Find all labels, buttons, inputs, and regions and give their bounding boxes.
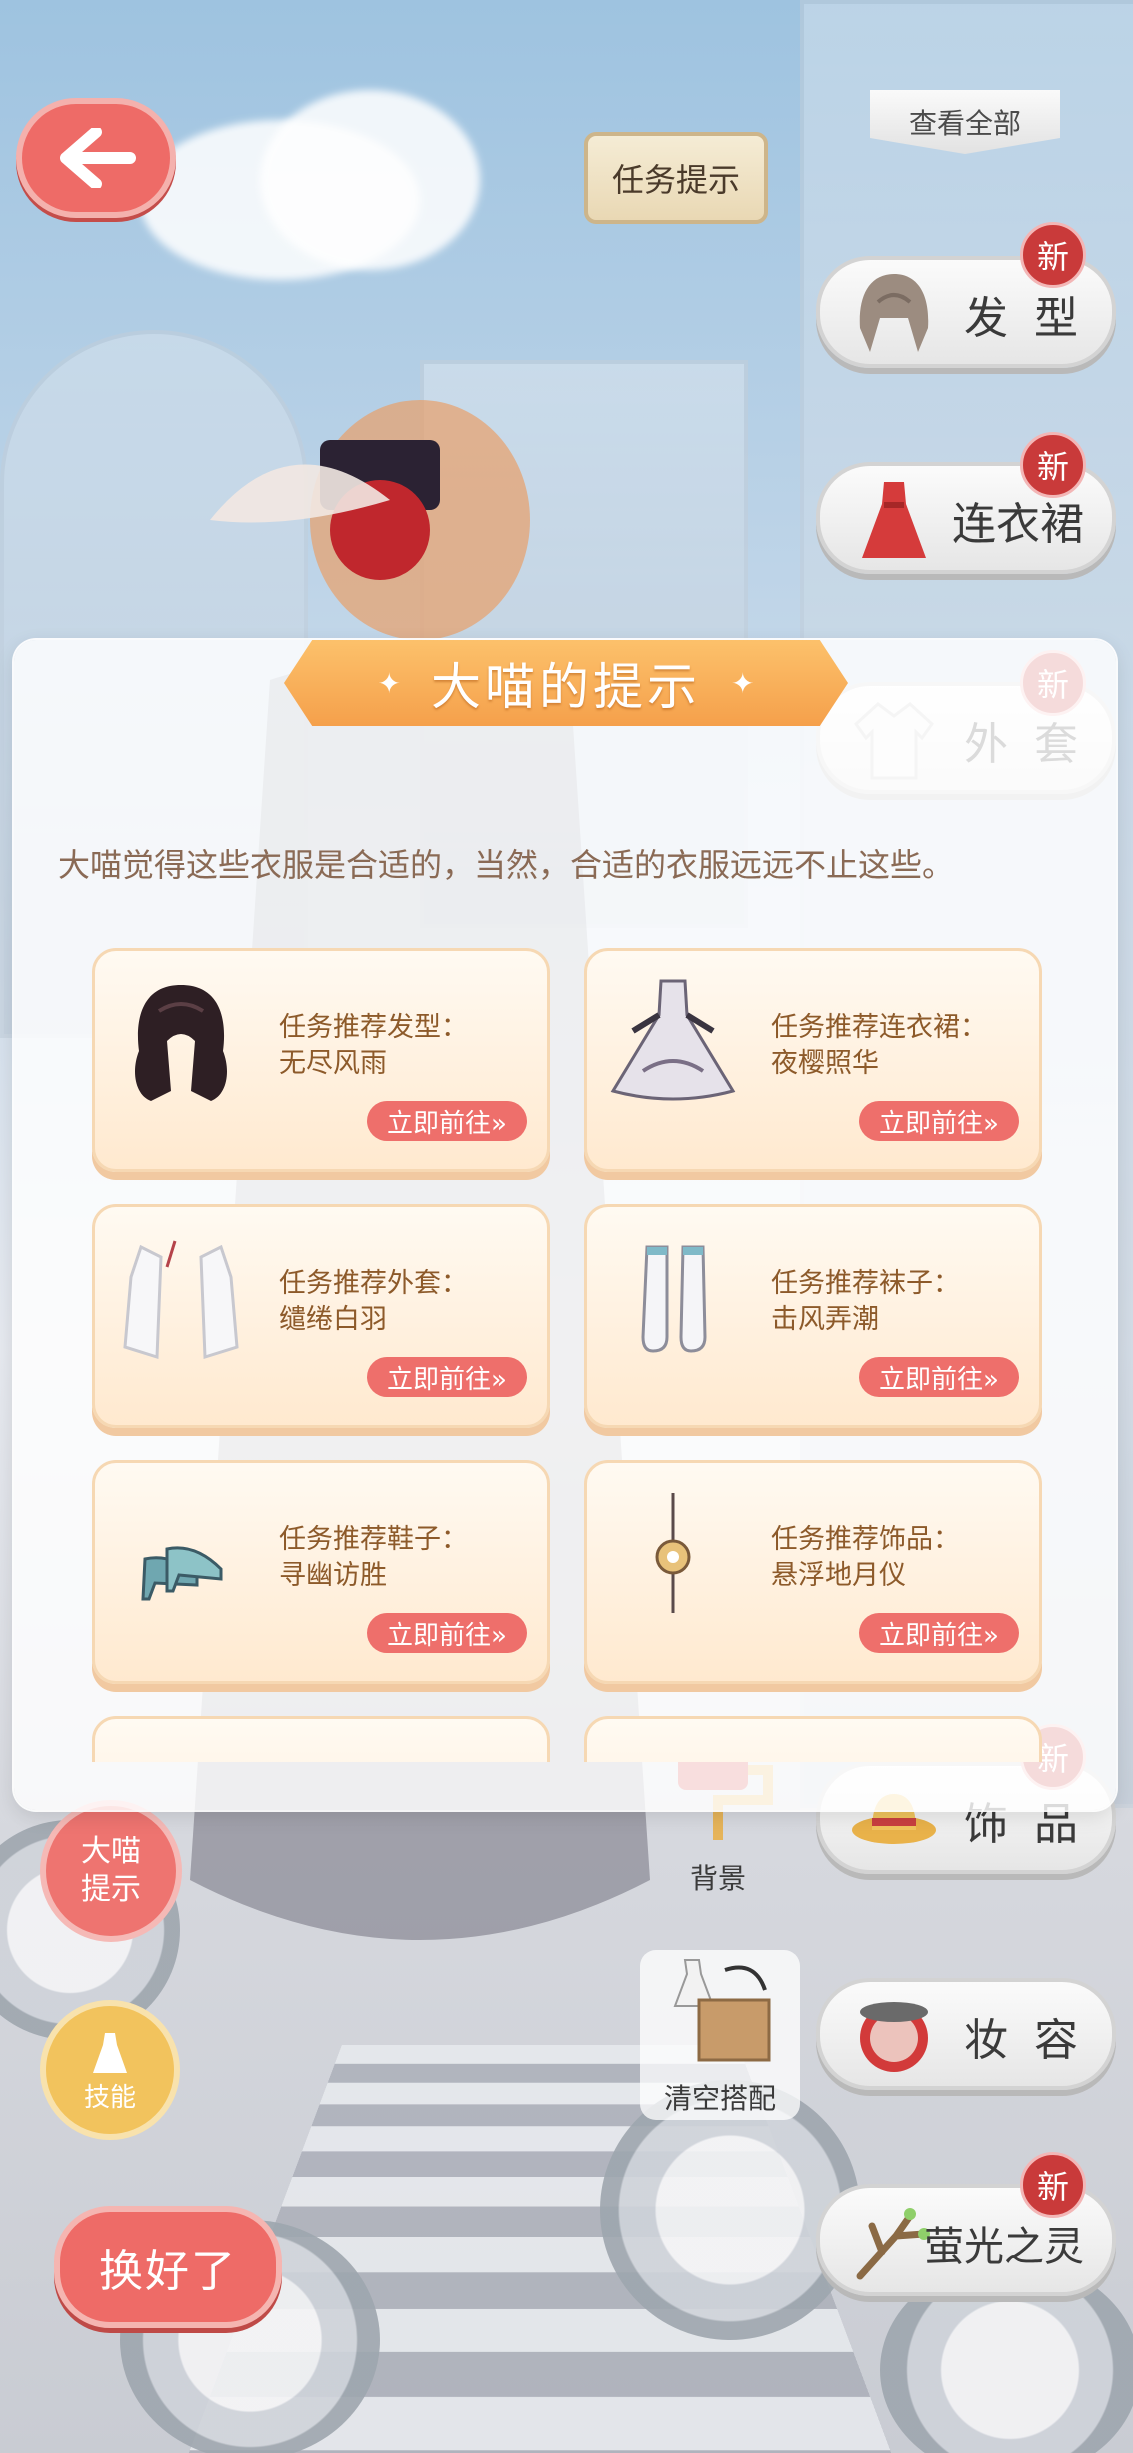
category-label: 妆 容	[964, 2015, 1084, 2066]
shoes-icon	[141, 1546, 223, 1601]
dialog-title-banner: ✦ 大喵的提示 ✦	[284, 640, 848, 726]
coat-icon	[123, 1240, 239, 1360]
hair-icon	[135, 985, 227, 1101]
card-item-name: 缱绻白羽	[279, 1304, 387, 1335]
recommendation-card-partial[interactable]	[92, 1716, 550, 1762]
arrow-left-icon	[60, 128, 136, 188]
go-now-button[interactable]: 立即前往»	[859, 1613, 1019, 1653]
task-hint-button[interactable]: 任务提示	[584, 132, 768, 224]
dress-wings-icon	[93, 2032, 127, 2073]
recommendation-card-hairstyle[interactable]: 任务推荐发型： 无尽风雨 立即前往»	[92, 948, 550, 1172]
card-item-name: 夜樱照华	[771, 1048, 879, 1079]
dialog-title: 大喵的提示	[431, 658, 701, 716]
recommendation-card-socks[interactable]: 任务推荐袜子： 击风弄潮 立即前往»	[584, 1204, 1042, 1428]
dress-icon	[862, 482, 926, 558]
go-now-button[interactable]: 立即前往»	[367, 1613, 527, 1653]
card-title: 任务推荐发型：	[279, 1012, 468, 1043]
go-now-button[interactable]: 立即前往»	[367, 1357, 527, 1397]
card-item-name: 悬浮地月仪	[771, 1560, 906, 1591]
recommendation-card-accessory[interactable]: 任务推荐饰品： 悬浮地月仪 立即前往»	[584, 1460, 1042, 1684]
go-now-button[interactable]: 立即前往»	[859, 1357, 1019, 1397]
hint-button[interactable]: 大喵 提示	[40, 1800, 182, 1942]
card-title: 任务推荐鞋子：	[279, 1524, 468, 1555]
compact-icon	[860, 2002, 928, 2072]
new-badge: 新	[1020, 432, 1086, 498]
card-item-name: 无尽风雨	[279, 1048, 387, 1079]
dialog-description: 大喵觉得这些衣服是合适的，当然，合适的衣服远远不止这些。	[58, 846, 955, 884]
hairstyle-icon	[859, 274, 929, 352]
new-badge: 新	[1020, 222, 1086, 288]
category-label: 萤光之灵	[924, 2224, 1084, 2270]
accessory-icon	[655, 1493, 691, 1613]
card-item-name: 击风弄潮	[771, 1304, 879, 1335]
card-title: 任务推荐外套：	[279, 1268, 468, 1299]
category-label: 连衣裙	[952, 499, 1084, 550]
skill-label: 技能	[83, 2082, 136, 2113]
cloud	[260, 90, 480, 270]
background-label: 背景	[689, 1862, 746, 1895]
recommendation-card-shoes[interactable]: 任务推荐鞋子： 寻幽访胜 立即前往»	[92, 1460, 550, 1684]
new-badge: 新	[1020, 2152, 1086, 2218]
clear-outfit-label: 清空搭配	[663, 2082, 776, 2115]
clear-outfit-button[interactable]: 清空搭配	[640, 1950, 800, 2120]
card-title: 任务推荐连衣裙：	[771, 1012, 987, 1043]
card-item-name: 寻幽访胜	[279, 1560, 387, 1591]
go-now-button[interactable]: 立即前往»	[367, 1101, 527, 1141]
done-button[interactable]: 换好了	[54, 2206, 282, 2328]
category-makeup[interactable]: 妆 容	[816, 1978, 1116, 2090]
recommendation-card-partial[interactable]	[584, 1716, 1042, 1762]
box-icon	[673, 1959, 771, 2062]
sparkle-icon: ✦	[731, 666, 755, 700]
go-now-button[interactable]: 立即前往»	[859, 1101, 1019, 1141]
dress-icon	[610, 979, 736, 1101]
skill-button[interactable]: 技能	[40, 2000, 180, 2140]
recommendation-card-dress[interactable]: 任务推荐连衣裙： 夜樱照华 立即前往»	[584, 948, 1042, 1172]
sparkle-icon: ✦	[377, 666, 401, 700]
category-label: 发 型	[964, 293, 1084, 344]
recommendation-list[interactable]: 任务推荐发型： 无尽风雨 立即前往» 任务推荐连衣裙： 夜樱照华 立即前往» 任…	[14, 940, 1116, 1762]
recommendation-card-coat[interactable]: 任务推荐外套： 缱绻白羽 立即前往»	[92, 1204, 550, 1428]
card-title: 任务推荐饰品：	[771, 1524, 960, 1555]
back-button[interactable]	[16, 98, 176, 218]
socks-icon	[641, 1245, 707, 1353]
card-title: 任务推荐袜子：	[771, 1268, 960, 1299]
